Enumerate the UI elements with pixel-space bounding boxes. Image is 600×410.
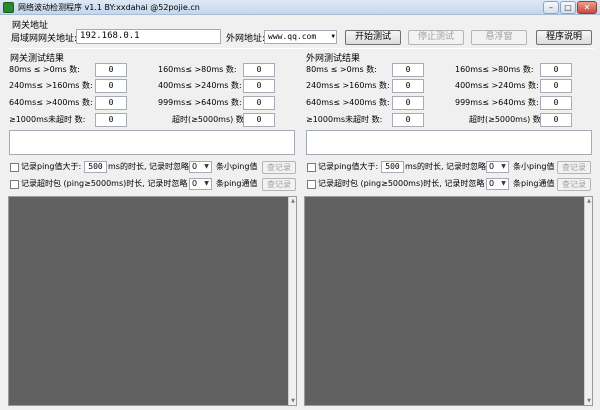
wan-ping-over-tail: 条小ping值	[513, 162, 555, 171]
wan-record-timeout-checkbox[interactable]	[307, 180, 316, 189]
window-title: 网络波动检测程序 v1.1 BY:xxdahai @52pojie.cn	[18, 3, 200, 12]
lan-label-4: 640ms≤ >400ms 数:	[9, 98, 93, 107]
wan-ping-over-suffix: ms的时长, 记录时忽略	[405, 162, 487, 171]
lan-ping-threshold-input[interactable]: 500	[84, 161, 107, 173]
program-info-button[interactable]: 程序说明	[536, 30, 592, 45]
lan-record-ping-checkbox[interactable]	[10, 163, 19, 172]
wan-label-5: 999ms≤ >640ms 数:	[455, 98, 539, 107]
wan-view-record-button-2[interactable]: 查记录	[557, 178, 591, 191]
wan-timeout-prefix: 记录超时包 (ping≥5000ms)时长, 记录时忽略	[318, 179, 485, 188]
wan-record-ping-checkbox[interactable]	[307, 163, 316, 172]
chevron-down-icon: ▼	[204, 180, 209, 187]
wan-timeout-tail: 条ping通值	[513, 179, 555, 188]
lan-log-panel[interactable]: ▲ ▼	[8, 196, 297, 406]
lan-gateway-label: 局域网网关地址:	[11, 34, 78, 44]
chevron-down-icon: ▼	[331, 33, 335, 40]
wan-ping-over-prefix: 记录ping值大于:	[318, 162, 379, 171]
wan-label-2: 240ms≤ >160ms 数:	[306, 81, 390, 90]
lan-results-title: 网关测试结果	[10, 54, 65, 64]
lan-count-7: 0	[243, 113, 275, 127]
divider	[8, 48, 594, 49]
lan-count-4: 0	[95, 96, 127, 110]
scroll-up-icon[interactable]: ▲	[289, 197, 297, 205]
wan-count-4: 0	[392, 96, 424, 110]
lan-label-5: 999ms≤ >640ms 数:	[158, 98, 242, 107]
lan-label-3: 400ms≤ >240ms 数:	[158, 81, 242, 90]
lan-log-box[interactable]	[9, 130, 295, 155]
wan-ignore-select-2[interactable]: 0 ▼	[486, 178, 509, 190]
start-test-button[interactable]: 开始测试	[345, 30, 401, 45]
wan-ignore-select-1[interactable]: 0 ▼	[486, 161, 509, 173]
app-icon	[3, 2, 14, 13]
wan-count-7: 0	[540, 113, 572, 127]
wan-ignore-value-2: 0	[489, 179, 495, 188]
wan-label-6: ≥1000ms未超时 数:	[306, 115, 383, 124]
lan-timeout-tail: 条ping通值	[216, 179, 258, 188]
lan-ignore-select-1[interactable]: 0 ▼	[189, 161, 212, 173]
wan-address-value: www.qq.com	[268, 32, 317, 41]
lan-label-6: ≥1000ms未超时 数:	[9, 115, 86, 124]
wan-count-0: 0	[392, 63, 424, 77]
scroll-down-icon[interactable]: ▼	[289, 397, 297, 405]
lan-view-record-button[interactable]: 查记录	[262, 161, 296, 174]
scroll-down-icon[interactable]: ▼	[585, 397, 593, 405]
wan-address-select[interactable]: www.qq.com ▼	[264, 30, 337, 44]
wan-count-1: 0	[540, 63, 572, 77]
lan-count-1: 0	[243, 63, 275, 77]
wan-label-4: 640ms≤ >400ms 数:	[306, 98, 390, 107]
wan-results-title: 外网测试结果	[306, 54, 361, 64]
wan-view-record-button[interactable]: 查记录	[557, 161, 591, 174]
lan-ignore-select-2[interactable]: 0 ▼	[189, 178, 212, 190]
wan-count-3: 0	[540, 79, 572, 93]
stop-test-button[interactable]: 停止测试	[408, 30, 464, 45]
lan-label-1: 160ms≤ >80ms 数:	[158, 65, 237, 74]
wan-count-5: 0	[540, 96, 572, 110]
lan-record-timeout-checkbox[interactable]	[10, 180, 19, 189]
lan-label-2: 240ms≤ >160ms 数:	[9, 81, 93, 90]
wan-ping-threshold-input[interactable]: 500	[381, 161, 404, 173]
lan-ignore-value-2: 0	[192, 179, 198, 188]
wan-log-box[interactable]	[306, 130, 592, 155]
lan-count-5: 0	[243, 96, 275, 110]
chevron-down-icon: ▼	[501, 163, 506, 170]
wan-label-1: 160ms≤ >80ms 数:	[455, 65, 534, 74]
scrollbar[interactable]: ▲ ▼	[584, 197, 592, 405]
lan-ping-over-suffix: ms的时长, 记录时忽略	[108, 162, 190, 171]
gateway-group-title: 网关地址	[12, 21, 49, 31]
minimize-icon[interactable]: –	[543, 1, 559, 14]
lan-ping-over-tail: 条小ping值	[216, 162, 258, 171]
wan-log-panel[interactable]: ▲ ▼	[304, 196, 593, 406]
maximize-icon[interactable]: □	[560, 1, 576, 14]
wan-count-6: 0	[392, 113, 424, 127]
float-window-button[interactable]: 悬浮窗	[471, 30, 527, 45]
lan-count-2: 0	[95, 79, 127, 93]
chevron-down-icon: ▼	[204, 163, 209, 170]
wan-address-label: 外网地址:	[226, 34, 266, 44]
lan-label-7: 超时(≥5000ms) 数:	[172, 115, 247, 124]
scroll-up-icon[interactable]: ▲	[585, 197, 593, 205]
lan-label-0: 80ms ≤ >0ms 数:	[9, 65, 80, 74]
chevron-down-icon: ▼	[501, 180, 506, 187]
wan-ignore-value-1: 0	[489, 162, 495, 171]
lan-count-0: 0	[95, 63, 127, 77]
lan-view-record-button-2[interactable]: 查记录	[262, 178, 296, 191]
lan-ping-over-prefix: 记录ping值大于:	[21, 162, 82, 171]
lan-count-3: 0	[243, 79, 275, 93]
wan-count-2: 0	[392, 79, 424, 93]
lan-count-6: 0	[95, 113, 127, 127]
wan-label-0: 80ms ≤ >0ms 数:	[306, 65, 377, 74]
lan-ignore-value-1: 0	[192, 162, 198, 171]
wan-label-3: 400ms≤ >240ms 数:	[455, 81, 539, 90]
lan-gateway-input[interactable]: 192.168.0.1	[76, 29, 221, 44]
scrollbar[interactable]: ▲ ▼	[288, 197, 296, 405]
close-icon[interactable]: ✕	[577, 1, 597, 14]
lan-timeout-prefix: 记录超时包 (ping≥5000ms)时长, 记录时忽略	[21, 179, 188, 188]
wan-label-7: 超时(≥5000ms) 数:	[469, 115, 544, 124]
